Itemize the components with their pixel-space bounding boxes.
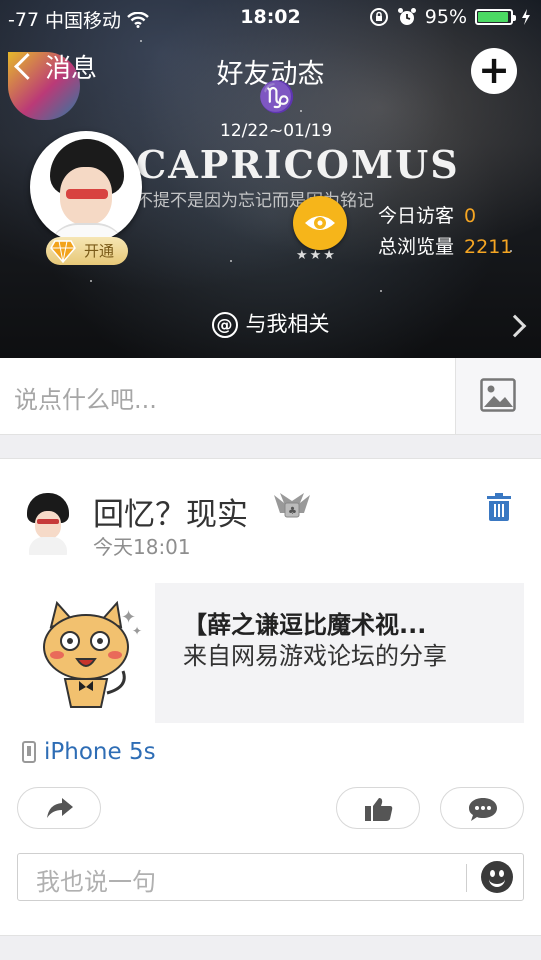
phone-icon bbox=[22, 741, 36, 763]
plus-icon: + bbox=[478, 48, 510, 92]
comment-input[interactable]: 我也说一句 bbox=[36, 862, 156, 897]
battery-percent: 95% bbox=[424, 6, 467, 28]
rotation-lock-icon bbox=[369, 8, 388, 26]
total-views-label: 总浏览量 bbox=[378, 236, 455, 258]
share-source: 来自网易游戏论坛的分享 bbox=[183, 642, 447, 670]
add-post-button[interactable]: + bbox=[471, 48, 517, 94]
comment-field[interactable]: 我也说一句 bbox=[17, 853, 524, 901]
mentions-link[interactable]: @ 与我相关 bbox=[0, 308, 541, 338]
cartoon-cat-image: ✦ ✦ bbox=[43, 600, 142, 708]
feed-post: 回忆？现实 ♣ 今天18:01 ✦ ✦ 【薛之谦逗比魔术视... 来自网易游戏论… bbox=[0, 458, 541, 936]
game-badge-icon: ♣ bbox=[274, 493, 310, 518]
status-bar: -77 中国移动 18:02 95% bbox=[0, 0, 541, 36]
alarm-icon bbox=[397, 8, 416, 25]
level-stars: ★★★ bbox=[296, 248, 337, 263]
at-icon: @ bbox=[211, 312, 238, 338]
zodiac-name: CAPRICOMUS bbox=[136, 142, 460, 187]
thumbs-up-icon bbox=[365, 798, 393, 821]
image-icon bbox=[480, 378, 516, 412]
capricorn-icon: ♑ bbox=[258, 80, 296, 115]
like-button[interactable] bbox=[336, 787, 420, 829]
vip-open-badge[interactable]: 开通 bbox=[46, 237, 128, 265]
zodiac-dates: 12/22~01/19 bbox=[220, 121, 333, 141]
vip-label: 开通 bbox=[84, 242, 115, 260]
share-title: 【薛之谦逗比魔术视... bbox=[183, 611, 427, 639]
emoji-icon[interactable] bbox=[481, 861, 513, 893]
visitor-eye-button[interactable] bbox=[293, 196, 347, 250]
total-views-count: 2211 bbox=[464, 236, 513, 258]
post-device[interactable]: iPhone 5s bbox=[22, 739, 156, 765]
share-arrow-icon bbox=[47, 798, 73, 818]
status-input[interactable]: 说点什么吧... bbox=[14, 380, 157, 415]
post-title: 回忆？现实 bbox=[93, 497, 248, 533]
device-name: iPhone 5s bbox=[44, 739, 156, 765]
add-photo-button[interactable] bbox=[455, 358, 541, 434]
eye-icon bbox=[305, 216, 335, 230]
visits-today-count: 0 bbox=[464, 205, 477, 227]
divider bbox=[466, 864, 467, 892]
battery-icon bbox=[475, 9, 516, 25]
trash-icon[interactable] bbox=[487, 493, 511, 521]
chat-bubble-icon bbox=[469, 798, 497, 821]
share-thumbnail: ✦ ✦ bbox=[17, 583, 155, 723]
compose-bar: 说点什么吧... bbox=[0, 358, 541, 435]
svg-text:♣: ♣ bbox=[288, 506, 297, 517]
profile-avatar[interactable] bbox=[30, 131, 142, 243]
mentions-label: 与我相关 bbox=[245, 312, 330, 336]
diamond-icon bbox=[50, 240, 76, 263]
share-button[interactable] bbox=[17, 787, 101, 829]
visit-stats: 今日访客 0 总浏览量 2211 bbox=[378, 201, 512, 263]
post-author-avatar[interactable] bbox=[25, 493, 71, 555]
svg-text:✦: ✦ bbox=[132, 624, 142, 638]
profile-cover: -77 中国移动 18:02 95% 消息 好友动态 + ♑ 12/22~01/… bbox=[0, 0, 541, 358]
post-time: 今天18:01 bbox=[93, 535, 191, 559]
visits-today-label: 今日访客 bbox=[378, 205, 455, 227]
charging-icon bbox=[522, 9, 530, 25]
shared-link-card[interactable]: ✦ ✦ 【薛之谦逗比魔术视... 来自网易游戏论坛的分享 bbox=[17, 583, 524, 723]
comment-button[interactable] bbox=[440, 787, 524, 829]
